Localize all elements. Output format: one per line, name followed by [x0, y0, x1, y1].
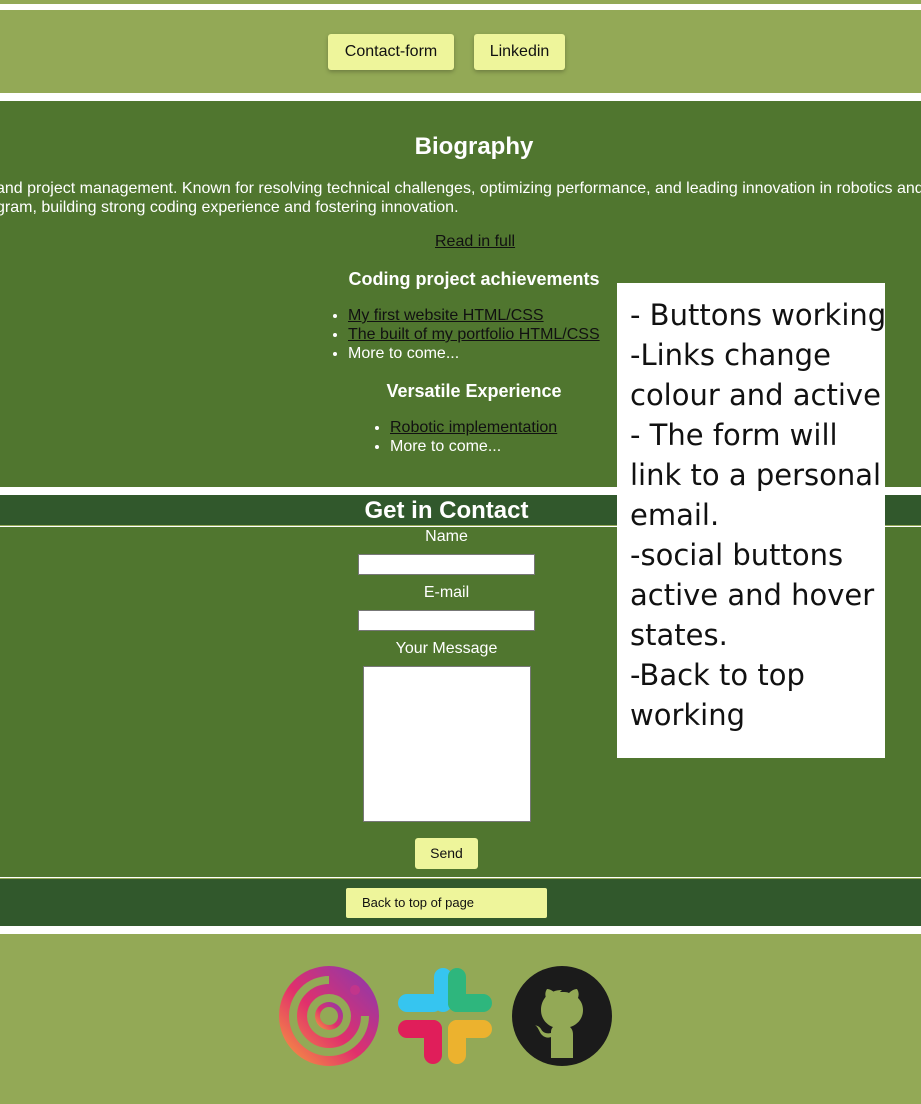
robotic-implementation-link[interactable]: Robotic implementation [390, 419, 557, 436]
note-line: -Back to top [630, 658, 805, 692]
biography-title: Biography [414, 133, 534, 160]
note-line: working [630, 698, 746, 732]
message-textarea[interactable] [363, 666, 531, 822]
note-line: colour and active [630, 378, 881, 412]
read-in-full-link[interactable]: Read in full [435, 233, 515, 251]
note-line: - Buttons working [630, 298, 887, 332]
list-item: More to come... [390, 437, 557, 456]
top-divider [0, 0, 921, 4]
first-website-link[interactable]: My first website HTML/CSS [348, 307, 544, 324]
contact-form-button[interactable]: Contact-form [328, 34, 454, 70]
note-line: email. [630, 498, 720, 532]
portfolio-link[interactable]: The built of my portfolio HTML/CSS [348, 326, 600, 343]
list-item: More to come... [348, 344, 600, 363]
back-to-top-button[interactable]: Back to top of page [346, 888, 547, 918]
send-button[interactable]: Send [415, 838, 478, 869]
note-line: - The form will [630, 418, 838, 452]
instagram-icon[interactable] [279, 966, 379, 1066]
annotation-note: - Buttons working -Links change colour a… [617, 283, 887, 758]
back-to-top-bar: Back to top of page [0, 878, 921, 926]
list-item: My first website HTML/CSS [348, 306, 600, 325]
note-line: -social buttons [630, 538, 844, 572]
github-icon[interactable] [511, 966, 613, 1066]
slack-icon[interactable] [396, 966, 494, 1066]
biography-text-line: and project management. Known for resolv… [0, 180, 921, 197]
versatile-experience-list: Robotic implementation More to come... [372, 418, 557, 456]
note-line: -Links change [630, 338, 831, 372]
note-line: link to a personal [630, 458, 882, 492]
footer [0, 934, 921, 1104]
email-input[interactable] [358, 610, 535, 631]
name-input[interactable] [358, 554, 535, 575]
note-line: active and hover [630, 578, 875, 612]
nav-bar: Contact-form Linkedin [0, 10, 921, 93]
coding-achievements-list: My first website HTML/CSS The built of m… [330, 306, 600, 363]
linkedin-button[interactable]: Linkedin [474, 34, 565, 70]
biography-text: and project management. Known for resolv… [0, 179, 921, 217]
list-item: Robotic implementation [390, 418, 557, 437]
list-item: The built of my portfolio HTML/CSS [348, 325, 600, 344]
biography-text-line: gram, building strong coding experience … [0, 199, 459, 216]
note-line: states. [630, 618, 728, 652]
